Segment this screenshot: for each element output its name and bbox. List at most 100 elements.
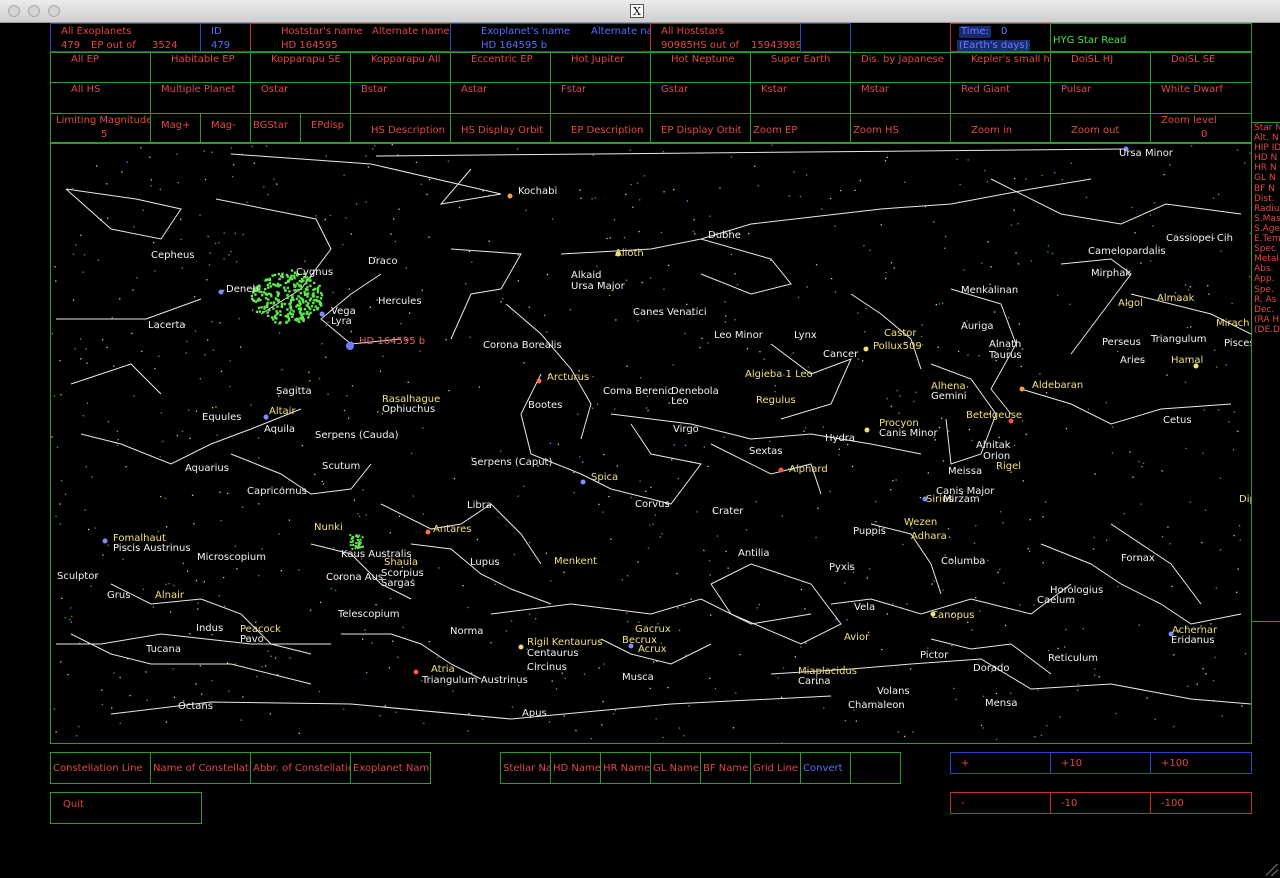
constellation-label[interactable]: Shaula bbox=[384, 557, 418, 568]
constellation-label[interactable]: Dubhe bbox=[708, 230, 741, 241]
step-plus-100-button[interactable]: +100 bbox=[1150, 752, 1252, 774]
constellation-label[interactable]: Cassiopei Cih bbox=[1166, 233, 1233, 244]
constellation-label[interactable]: Taurus bbox=[989, 350, 1022, 361]
constellation-label[interactable]: Algieba 1 Leo bbox=[745, 369, 813, 380]
toggle-hr-name[interactable]: HR Name bbox=[600, 752, 651, 784]
constellation-label[interactable]: Pavo bbox=[240, 634, 264, 645]
constellation-label[interactable]: Perseus bbox=[1102, 337, 1141, 348]
zoom-window-button[interactable] bbox=[48, 5, 60, 17]
constellation-label[interactable]: Meissa bbox=[948, 466, 982, 477]
constellation-label[interactable]: Acrux bbox=[638, 644, 667, 655]
constellation-label[interactable]: HD 164595 b bbox=[359, 336, 425, 347]
toggle-abbr-of-constellatio[interactable]: Abbr. of Constellatio bbox=[250, 752, 351, 784]
constellation-label[interactable]: Libra bbox=[467, 500, 492, 511]
constellation-label[interactable]: Cepheus bbox=[151, 250, 195, 261]
constellation-label[interactable]: Telescopium bbox=[338, 609, 400, 620]
filter-ostar-button[interactable]: Ostar bbox=[250, 82, 351, 114]
constellation-label[interactable]: Bootes bbox=[528, 400, 562, 411]
constellation-label[interactable]: Pyxis bbox=[829, 562, 855, 573]
constellation-label[interactable]: Aldebaran bbox=[1032, 380, 1083, 391]
filter-doisl-hj-button[interactable]: DoiSL HJ bbox=[1050, 52, 1151, 83]
limiting-magnitude-field[interactable]: Limiting Magnitude 5 bbox=[50, 113, 151, 143]
constellation-label[interactable]: Triangulum bbox=[1151, 334, 1207, 345]
constellation-label[interactable]: Equules bbox=[202, 412, 241, 423]
constellation-label[interactable]: Crater bbox=[712, 506, 743, 517]
filter-hot-jupiter-button[interactable]: Hot Jupiter bbox=[550, 52, 651, 83]
star-map-canvas[interactable]: Kochabi Ursa Minor Cepheus Draco Cygnus Deneb… bbox=[50, 143, 1252, 744]
toggle-gl-name[interactable]: GL Name bbox=[650, 752, 701, 784]
toggle-stellar-na[interactable]: Stellar Na bbox=[500, 752, 551, 784]
constellation-label[interactable]: Lynx bbox=[794, 330, 817, 341]
filter-fstar-button[interactable]: Fstar bbox=[550, 82, 651, 114]
constellation-label[interactable]: Altair bbox=[269, 406, 296, 417]
constellation-label[interactable]: Eridanus bbox=[1171, 635, 1215, 646]
step-plus-1-button[interactable]: + bbox=[950, 752, 1051, 774]
constellation-label[interactable]: Antilia bbox=[738, 548, 770, 559]
ep-display-orbit-button[interactable]: EP Display Orbit bbox=[650, 113, 751, 143]
constellation-label[interactable]: Alkaid bbox=[571, 270, 602, 281]
constellation-label[interactable]: Avior bbox=[844, 632, 869, 643]
constellation-label[interactable]: Rigil Kentaurus bbox=[527, 637, 602, 648]
constellation-label[interactable]: Castor bbox=[884, 328, 916, 339]
constellation-label[interactable]: Draco bbox=[368, 256, 398, 267]
constellation-label[interactable]: Mensa bbox=[985, 698, 1017, 709]
constellation-label[interactable]: Nunki bbox=[314, 522, 343, 533]
constellation-label[interactable]: Gemini bbox=[931, 391, 967, 402]
bgstar-button[interactable]: BGStar bbox=[250, 113, 301, 143]
constellation-label[interactable]: Corona Aus bbox=[326, 572, 383, 583]
step-minus-100-button[interactable]: -100 bbox=[1150, 792, 1252, 814]
constellation-label[interactable]: Columba bbox=[941, 556, 985, 567]
hyg-star-read-panel[interactable]: HYG Star Read bbox=[1050, 23, 1252, 52]
constellation-label[interactable]: Mirphak bbox=[1091, 268, 1131, 279]
toggle-grid-line[interactable]: Grid Line bbox=[750, 752, 801, 784]
hs-description-button[interactable]: HS Description bbox=[350, 113, 451, 143]
mag-plus-button[interactable]: Mag+ bbox=[150, 113, 201, 143]
constellation-label[interactable]: Alnair bbox=[155, 590, 184, 601]
constellation-label[interactable]: Gacrux bbox=[635, 624, 671, 635]
constellation-label[interactable]: Almaak bbox=[1157, 293, 1194, 304]
constellation-label[interactable]: Ophiuchus bbox=[382, 404, 435, 415]
constellation-label[interactable]: Centaurus bbox=[527, 648, 579, 659]
filter-kopparapu-se-button[interactable]: Kopparapu SE bbox=[250, 52, 351, 83]
toggle-exoplanet-name[interactable]: Exoplanet Name bbox=[350, 752, 431, 784]
constellation-label[interactable]: Fornax bbox=[1121, 553, 1155, 564]
constellation-label[interactable]: Piscis Austrinus bbox=[113, 543, 191, 554]
constellation-label[interactable]: Cancer bbox=[823, 349, 858, 360]
constellation-label[interactable]: Aquila bbox=[264, 424, 295, 435]
constellation-label[interactable]: Serpens (Caput) bbox=[471, 457, 552, 468]
constellation-label[interactable]: Corona Borealis bbox=[483, 340, 562, 351]
constellation-label[interactable]: Aries bbox=[1120, 355, 1145, 366]
zoom-ep-button[interactable]: Zoom EP bbox=[750, 113, 851, 143]
filter-kepler-s-small-h-button[interactable]: Kepler's small h bbox=[950, 52, 1051, 83]
filter-multiple-planet-button[interactable]: Multiple Planet bbox=[150, 82, 251, 114]
toggle-name-of-constellati[interactable]: Name of Constellati bbox=[150, 752, 251, 784]
constellation-label[interactable]: Microscopium bbox=[197, 552, 266, 563]
constellation-label[interactable]: Hercules bbox=[378, 296, 422, 307]
constellation-label[interactable]: Adhara bbox=[911, 531, 947, 542]
constellation-label[interactable]: Scutum bbox=[322, 461, 360, 472]
zoom-hs-button[interactable]: Zoom HS bbox=[850, 113, 951, 143]
constellation-label[interactable]: Vela bbox=[854, 602, 875, 613]
constellation-label[interactable]: Puppis bbox=[853, 526, 886, 537]
constellation-label[interactable]: Canopus bbox=[931, 610, 974, 621]
constellation-label[interactable]: Apus bbox=[522, 708, 547, 719]
constellation-label[interactable]: Serpens (Cauda) bbox=[315, 430, 399, 441]
constellation-label[interactable]: Leo bbox=[671, 396, 689, 407]
toggle-bf-name[interactable]: BF Name bbox=[700, 752, 751, 784]
all-exoplanets-panel[interactable]: All Exoplanets 479 EP out of 3524 bbox=[50, 23, 201, 52]
constellation-label[interactable]: Arcturus bbox=[547, 372, 589, 383]
constellation-label[interactable]: Alphard bbox=[789, 464, 828, 475]
quit-button[interactable]: Quit bbox=[50, 792, 202, 824]
constellation-label[interactable]: Lacerta bbox=[148, 320, 186, 331]
constellation-label[interactable]: Mirach bbox=[1216, 318, 1249, 329]
constellation-label[interactable]: Rigel bbox=[996, 461, 1021, 472]
constellation-label[interactable]: Indus bbox=[196, 623, 223, 634]
filter-red-giant-button[interactable]: Red Giant bbox=[950, 82, 1051, 114]
constellation-label[interactable]: Cygnus bbox=[296, 267, 333, 278]
constellation-label[interactable]: Grus bbox=[107, 590, 130, 601]
constellation-label[interactable]: Sargas bbox=[381, 578, 415, 589]
constellation-label[interactable]: Ursa Minor bbox=[1119, 148, 1173, 159]
filter-kopparapu-all-button[interactable]: Kopparapu All bbox=[350, 52, 451, 83]
zoom-in-button[interactable]: Zoom in bbox=[950, 113, 1051, 143]
constellation-label[interactable]: Virgo bbox=[673, 424, 699, 435]
